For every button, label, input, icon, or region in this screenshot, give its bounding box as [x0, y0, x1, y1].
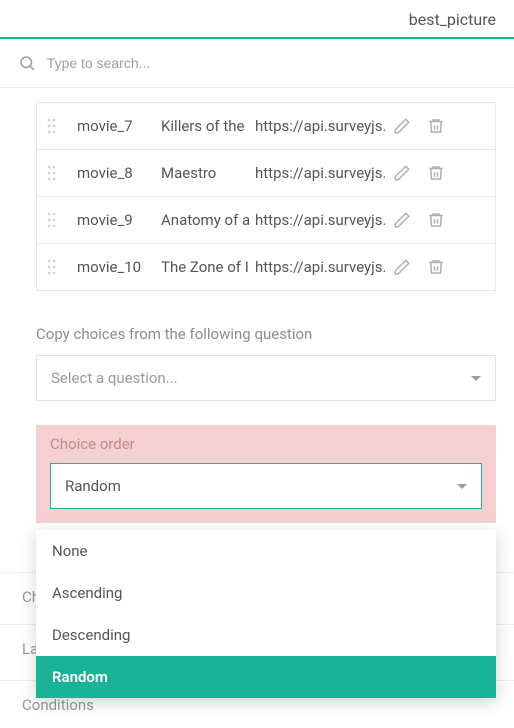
page-title: best_picture — [409, 10, 496, 29]
drag-handle-icon[interactable] — [45, 118, 59, 134]
search-row — [0, 39, 514, 88]
chevron-down-icon — [471, 376, 481, 381]
table-row: movie_7 Killers of the Flower Moon https:/… — [37, 103, 495, 150]
header: best_picture — [0, 0, 514, 37]
table-row: movie_10 The Zone of Interest https://api.… — [37, 244, 495, 291]
choice-title: Anatomy of a Fall — [161, 211, 249, 229]
choice-url: https://api.surveyjs.io — [255, 164, 385, 182]
choice-title: The Zone of Interest — [161, 258, 249, 276]
choice-order-selected: Random — [65, 477, 121, 495]
dropdown-option[interactable]: Descending — [36, 614, 496, 656]
choice-order-select[interactable]: Random — [50, 463, 482, 509]
choice-id: movie_9 — [77, 211, 155, 229]
edit-button[interactable] — [391, 162, 413, 184]
edit-button[interactable] — [391, 209, 413, 231]
edit-button[interactable] — [391, 256, 413, 278]
edit-button[interactable] — [391, 115, 413, 137]
chevron-down-icon — [457, 484, 467, 489]
choice-url: https://api.surveyjs.io — [255, 258, 385, 276]
copy-choices-select[interactable]: Select a question... — [36, 355, 496, 401]
delete-button[interactable] — [425, 115, 447, 137]
choice-title: Killers of the Flower Moon — [161, 117, 249, 135]
dropdown-option[interactable]: Ascending — [36, 572, 496, 614]
table-row: movie_8 Maestro https://api.surveyjs.io — [37, 150, 495, 197]
drag-handle-icon[interactable] — [45, 165, 59, 181]
choice-url: https://api.surveyjs.io — [255, 117, 385, 135]
search-icon — [18, 53, 37, 73]
table-row: movie_9 Anatomy of a Fall https://api.surv… — [37, 197, 495, 244]
drag-handle-icon[interactable] — [45, 212, 59, 228]
choices-table: movie_7 Killers of the Flower Moon https:/… — [36, 102, 496, 291]
choice-title: Maestro — [161, 164, 249, 182]
dropdown-option[interactable]: None — [36, 530, 496, 572]
copy-choices-placeholder: Select a question... — [51, 369, 178, 387]
delete-button[interactable] — [425, 162, 447, 184]
dropdown-option[interactable]: Random — [36, 656, 496, 698]
choice-url: https://api.surveyjs.io — [255, 211, 385, 229]
drag-handle-icon[interactable] — [45, 259, 59, 275]
delete-button[interactable] — [425, 256, 447, 278]
search-input[interactable] — [47, 55, 496, 71]
choice-id: movie_7 — [77, 117, 155, 135]
delete-button[interactable] — [425, 209, 447, 231]
choice-order-block: Choice order Random — [36, 425, 496, 523]
copy-choices-label: Copy choices from the following question — [36, 325, 496, 343]
choice-id: movie_10 — [77, 258, 155, 276]
choice-id: movie_8 — [77, 164, 155, 182]
choice-order-label: Choice order — [36, 435, 496, 463]
choice-order-dropdown: NoneAscendingDescendingRandom — [36, 530, 496, 698]
